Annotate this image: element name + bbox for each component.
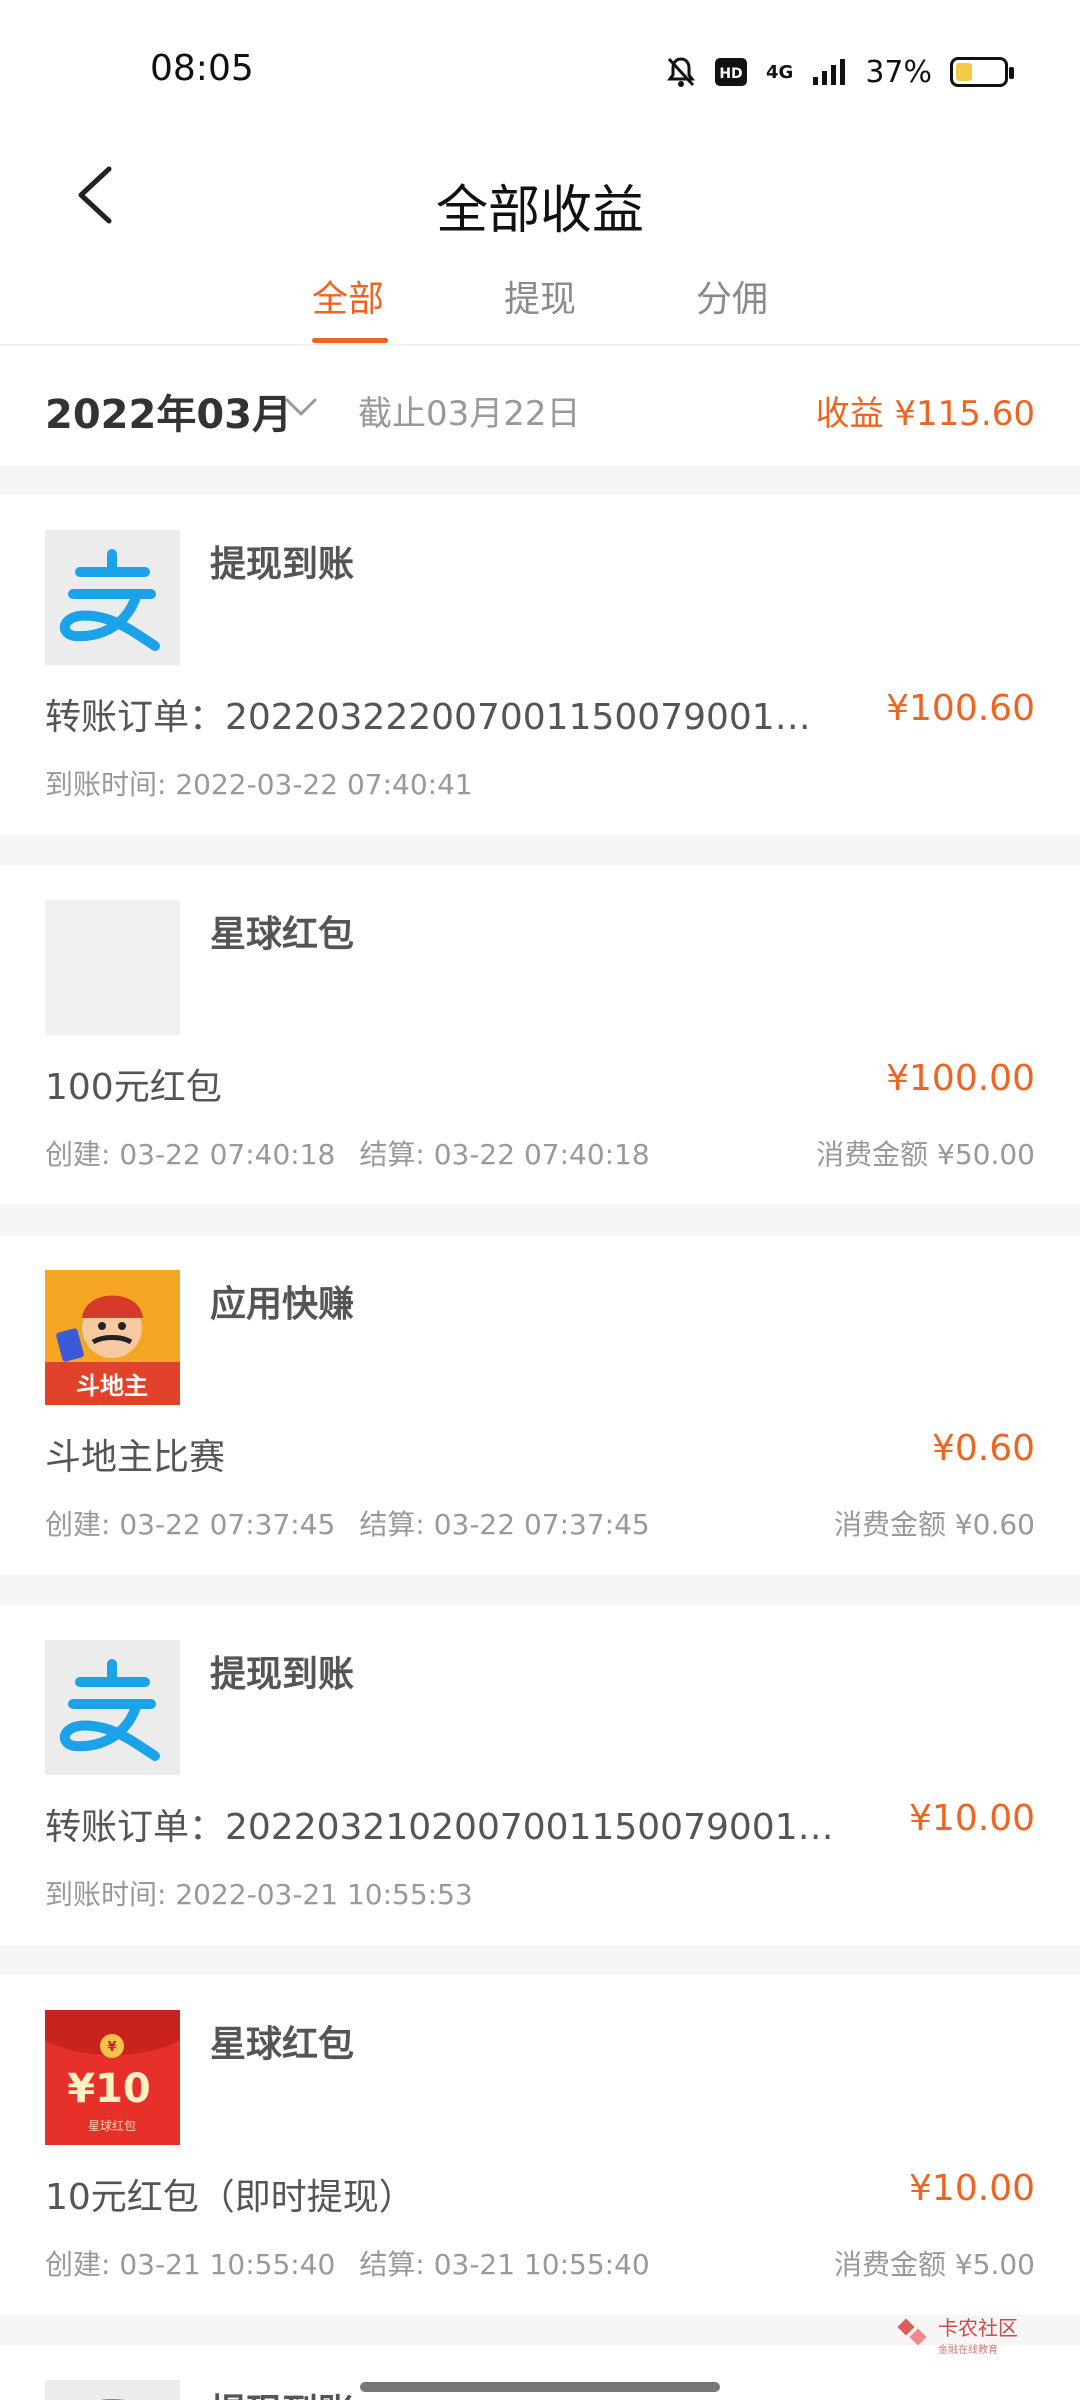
- record-dates: 创建: 03-22 07:40:18 结算: 03-22 07:40:18: [45, 1133, 650, 1173]
- svg-text:HD: HD: [719, 66, 742, 82]
- watermark-brand: 卡农社区: [938, 2316, 1018, 2340]
- record-title: 应用快赚: [210, 1284, 355, 1325]
- record-title: 星球红包: [210, 2024, 355, 2065]
- tab-all[interactable]: 全部: [312, 270, 384, 322]
- record-desc: 10元红包（即时提现）: [45, 2177, 415, 2218]
- record-title: 星球红包: [210, 914, 355, 955]
- battery-percent: 37%: [865, 54, 932, 90]
- earnings-page: 08:05 HD 4G 37% 全部收益 全部 提现 分佣 2022年03月 截…: [0, 0, 1080, 2400]
- red-envelope-label: 星球红包: [88, 2118, 136, 2133]
- record-title: 提现到账: [210, 1654, 355, 1695]
- red-envelope-amount: ¥10: [67, 2066, 151, 2112]
- month-selector[interactable]: 2022年03月: [45, 382, 292, 440]
- record-desc: 斗地主比赛: [45, 1437, 226, 1478]
- record-amount: ¥100.00: [886, 1058, 1035, 1099]
- record-desc: 转账订单：20220321020070011500790014…: [45, 1807, 855, 1848]
- record-settled: 结算: 03-21 10:55:40: [359, 2248, 650, 2281]
- record-time: 到账时间: 2022-03-21 10:55:53: [45, 1878, 473, 1911]
- home-indicator[interactable]: [360, 2382, 720, 2392]
- status-bar: 08:05 HD 4G 37%: [0, 0, 1080, 130]
- record-consume: 消费金额 ¥50.00: [816, 1138, 1035, 1171]
- chevron-down-icon[interactable]: [283, 388, 319, 424]
- header: 全部收益: [0, 130, 1080, 260]
- record-settled: 结算: 03-22 07:37:45: [359, 1508, 650, 1541]
- record-created: 创建: 03-22 07:37:45: [45, 1508, 336, 1541]
- record-title: 提现到账: [210, 544, 355, 585]
- record-settled: 结算: 03-22 07:40:18: [359, 1138, 650, 1171]
- record-time: 到账时间: 2022-03-22 07:40:41: [45, 768, 473, 801]
- alipay-icon: [45, 2380, 180, 2400]
- tab-active-indicator: [312, 338, 388, 343]
- record-dates: 创建: 03-22 07:37:45 结算: 03-22 07:37:45: [45, 1503, 650, 1543]
- signal-icon: [813, 59, 846, 85]
- record-consume: 消费金额 ¥0.60: [833, 1508, 1035, 1541]
- income-total: 收益 ¥115.60: [815, 394, 1035, 434]
- month-summary: 2022年03月 截止03月22日 收益 ¥115.60: [0, 346, 1080, 466]
- record-desc: 转账订单：20220322200700115007900​1…: [45, 697, 811, 738]
- list-item[interactable]: 提现到账 转账订单：20220321020070011500790014… ¥1…: [0, 1605, 1080, 1945]
- red-envelope-icon: ¥ ¥10 星球红包: [45, 2010, 180, 2145]
- svg-text:¥: ¥: [107, 2040, 116, 2055]
- record-created: 创建: 03-22 07:40:18: [45, 1138, 336, 1171]
- status-icons: HD 4G 37%: [666, 50, 1014, 94]
- record-amount: ¥10.00: [909, 2168, 1035, 2209]
- record-title: 提现到账: [210, 2383, 354, 2400]
- status-time: 08:05: [150, 48, 254, 89]
- list-item[interactable]: ¥ ¥10 星球红包 星球红包 10元红包（即时提现） ¥10.00 创建: 0…: [0, 1975, 1080, 2315]
- page-title: 全部收益: [435, 181, 644, 241]
- tab-commission[interactable]: 分佣: [696, 270, 768, 322]
- tab-bar: 全部 提现 分佣: [0, 260, 1080, 345]
- bell-off-icon: [667, 57, 695, 87]
- record-amount: ¥0.60: [931, 1428, 1035, 1469]
- svg-text:斗地主: 斗地主: [76, 1372, 148, 1400]
- record-amount: ¥10.00: [909, 1798, 1035, 1839]
- watermark-logo: 卡农社区 金融在线教育: [896, 2312, 1018, 2356]
- record-amount: ¥100.60: [886, 688, 1035, 729]
- record-consume: 消费金额 ¥5.00: [833, 2248, 1035, 2281]
- network-label: 4G: [766, 61, 794, 83]
- list-item[interactable]: 提现到账 转账订单：20220322200700115007900​1… ¥10…: [0, 495, 1080, 835]
- list-item[interactable]: 星球红包 100元红包 ¥100.00 创建: 03-22 07:40:18 结算…: [0, 865, 1080, 1205]
- watermark-sub: 金融在线教育: [938, 2345, 998, 2356]
- record-created: 创建: 03-21 10:55:40: [45, 2248, 336, 2281]
- placeholder-image: [45, 900, 180, 1035]
- alipay-icon: [45, 1640, 180, 1775]
- alipay-icon: [45, 530, 180, 665]
- date-cutoff: 截止03月22日: [358, 394, 581, 434]
- community-logo-icon: [897, 2318, 927, 2346]
- record-dates: 创建: 03-21 10:55:40 结算: 03-21 10:55:40: [45, 2243, 650, 2283]
- list-item[interactable]: 斗地主 应用快赚 斗地主比赛 ¥0.60 创建: 03-22 07:37:45 结…: [0, 1235, 1080, 1575]
- hd-icon: HD: [715, 58, 747, 86]
- tab-withdraw[interactable]: 提现: [504, 270, 576, 322]
- record-desc: 100元红包: [45, 1067, 222, 1108]
- battery-icon: [950, 57, 1014, 87]
- doudizhu-icon: 斗地主: [45, 1270, 180, 1405]
